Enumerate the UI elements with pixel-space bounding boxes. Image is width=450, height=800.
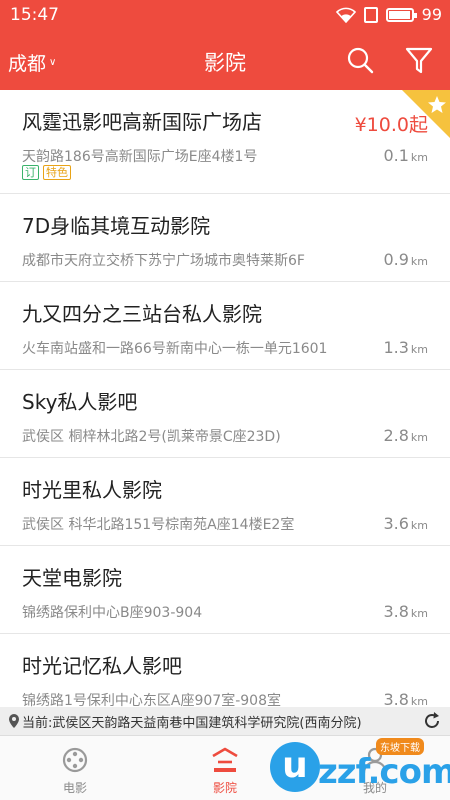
cinema-item[interactable]: 天堂电影院 锦绣路保利中心B座903-904 3.8 km [0, 546, 450, 634]
tab-movies[interactable]: 电影 [0, 736, 150, 800]
wifi-icon [335, 7, 356, 23]
watermark-text: zzf.com [318, 752, 450, 792]
cinema-address: 武侯区 科华北路151号棕南苑A座14楼E2室 [22, 517, 295, 533]
cinema-name: 7D身临其境互动影院 [22, 214, 211, 238]
film-icon [62, 747, 88, 773]
cinema-address: 锦绣路1号保利中心东区A座907室-908室 [22, 693, 281, 707]
battery-percent: 99 [421, 5, 442, 24]
watermark-badge: 东坡下载 [376, 738, 424, 755]
current-location-text: 当前:武侯区天韵路天益南巷中国建筑科学研究院(西南分院) [22, 715, 362, 731]
tag-booking: 订 [22, 165, 39, 180]
cinema-name: 风霆迅影吧高新国际广场店 [22, 110, 262, 134]
cinema-item[interactable]: 7D身临其境互动影院 成都市天府立交桥下苏宁广场城市奥特莱斯6F 0.9 km [0, 194, 450, 282]
cinema-address: 成都市天府立交桥下苏宁广场城市奥特莱斯6F [22, 253, 305, 269]
current-location-bar: 当前:武侯区天韵路天益南巷中国建筑科学研究院(西南分院) [0, 707, 450, 735]
sim-icon [363, 6, 378, 23]
refresh-icon[interactable] [422, 711, 442, 731]
cinema-name: Sky私人影吧 [22, 390, 138, 414]
watermark-circle: u [270, 742, 320, 792]
cinema-item[interactable]: 九又四分之三站台私人影院 火车南站盛和一路66号新南中心一栋一单元1601 1.… [0, 282, 450, 370]
status-time: 15:47 [10, 5, 59, 25]
cinema-address: 火车南站盛和一路66号新南中心一栋一单元1601 [22, 341, 328, 357]
tab-label: 电影 [62, 781, 87, 795]
status-bar: 15:47 99 [0, 0, 450, 30]
battery-icon [385, 7, 417, 22]
cinema-distance: 3.8 km [383, 602, 428, 621]
cinema-icon [212, 747, 238, 772]
cinema-list[interactable]: 风霆迅影吧高新国际广场店 ¥10.0起 天韵路186号高新国际广场E座4楼1号 … [0, 90, 450, 707]
cinema-item[interactable]: 时光记忆私人影吧 锦绣路1号保利中心东区A座907室-908室 3.8 km [0, 634, 450, 707]
cinema-name: 时光里私人影院 [22, 478, 162, 502]
cinema-distance: 2.8 km [383, 426, 428, 445]
watermark-logo: u zzf.com 东坡下载 [270, 738, 450, 794]
cinema-distance: 1.3 km [383, 338, 428, 357]
cinema-name: 时光记忆私人影吧 [22, 654, 182, 678]
cinema-item[interactable]: 风霆迅影吧高新国际广场店 ¥10.0起 天韵路186号高新国际广场E座4楼1号 … [0, 90, 450, 194]
tag-featured: 特色 [43, 165, 71, 180]
page-title: 影院 [204, 51, 246, 75]
cinema-item[interactable]: Sky私人影吧 武侯区 桐梓林北路2号(凯莱帝景C座23D) 2.8 km [0, 370, 450, 458]
search-icon[interactable] [344, 44, 376, 76]
cinema-name: 九又四分之三站台私人影院 [22, 302, 262, 326]
cinema-address: 锦绣路保利中心B座903-904 [22, 605, 203, 621]
cinema-distance: 0.1 km [383, 146, 428, 165]
cinema-name: 天堂电影院 [22, 566, 122, 590]
star-badge-icon [402, 90, 450, 138]
location-pin-icon [9, 714, 19, 728]
cinema-address: 武侯区 桐梓林北路2号(凯莱帝景C座23D) [22, 429, 281, 445]
cinema-distance: 3.6 km [383, 514, 428, 533]
cinema-item[interactable]: 时光里私人影院 武侯区 科华北路151号棕南苑A座14楼E2室 3.6 km [0, 458, 450, 546]
cinema-address: 天韵路186号高新国际广场E座4楼1号 [22, 149, 258, 165]
app-bar: 成都 ∨ 影院 [0, 30, 450, 90]
cinema-distance: 0.9 km [383, 250, 428, 269]
cinema-distance: 3.8 km [383, 690, 428, 707]
filter-icon[interactable] [403, 44, 435, 76]
